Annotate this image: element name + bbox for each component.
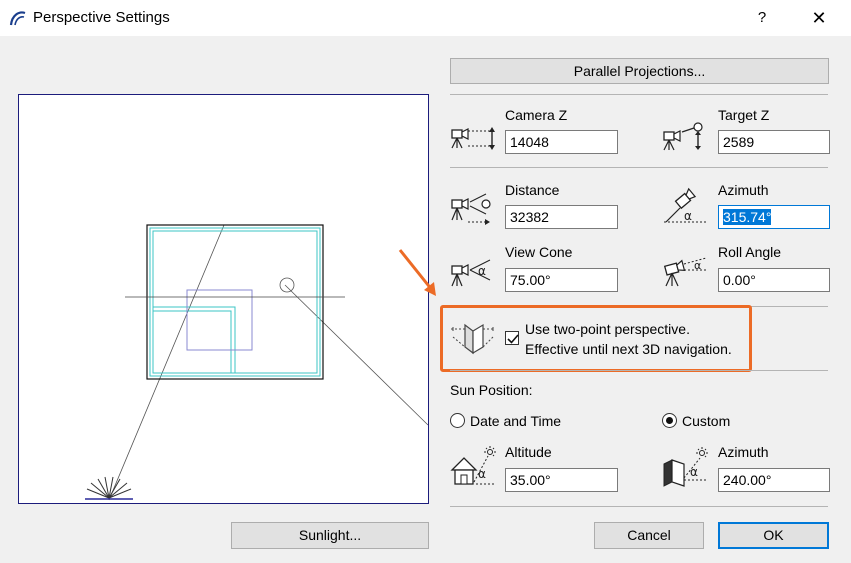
azimuth-value-selected: 315.74°	[723, 209, 772, 225]
help-button[interactable]: ?	[748, 6, 776, 30]
view-cone-icon: α	[451, 259, 491, 287]
perspective-preview[interactable]	[18, 94, 429, 504]
roll-angle-icon: α	[663, 257, 707, 287]
checkmark-icon	[507, 334, 519, 344]
ok-button[interactable]: OK	[718, 522, 829, 549]
sun-azimuth-icon: α	[663, 447, 708, 487]
divider	[450, 370, 828, 371]
sunlight-button[interactable]: Sunlight...	[231, 522, 429, 549]
date-time-radio[interactable]	[450, 413, 465, 428]
camera-z-field[interactable]: 14048	[505, 130, 618, 154]
custom-label[interactable]: Custom	[682, 413, 730, 429]
sun-azimuth-label: Azimuth	[718, 444, 769, 460]
cancel-button[interactable]: Cancel	[594, 522, 704, 549]
divider	[450, 167, 828, 168]
sun-azimuth-field[interactable]: 240.00°	[718, 468, 830, 492]
roll-angle-field[interactable]: 0.00°	[718, 268, 830, 292]
close-button[interactable]: ✕	[805, 6, 833, 30]
camera-azimuth-icon: α	[664, 187, 706, 223]
parallel-projections-button[interactable]: Parallel Projections...	[450, 58, 829, 84]
target-height-icon	[663, 122, 703, 151]
svg-text:α: α	[694, 259, 701, 272]
camera-distance-icon	[451, 193, 491, 225]
custom-radio[interactable]	[662, 413, 677, 428]
target-z-field[interactable]: 2589	[718, 130, 830, 154]
svg-text:α: α	[478, 467, 486, 481]
azimuth-field[interactable]: 315.74°	[718, 205, 830, 229]
camera-height-icon	[451, 127, 495, 150]
date-time-label[interactable]: Date and Time	[470, 413, 561, 429]
view-cone-field[interactable]: 75.00°	[505, 268, 618, 292]
title-bar: Perspective Settings ? ✕	[0, 0, 851, 36]
two-point-note: Effective until next 3D navigation.	[525, 341, 732, 357]
azimuth-label: Azimuth	[718, 182, 769, 198]
sun-marker	[86, 476, 132, 499]
svg-text:α: α	[690, 465, 698, 479]
svg-text:α: α	[478, 264, 486, 278]
divider	[450, 506, 828, 507]
radio-selected-dot	[666, 417, 673, 424]
sun-altitude-field[interactable]: 35.00°	[505, 468, 618, 492]
distance-label: Distance	[505, 182, 560, 198]
plan-preview-drawing	[85, 224, 428, 501]
sun-altitude-icon: α	[450, 446, 496, 485]
two-point-perspective-icon	[451, 323, 495, 355]
sun-altitude-label: Altitude	[505, 444, 552, 460]
window-title: Perspective Settings	[33, 9, 170, 26]
roll-angle-label: Roll Angle	[718, 244, 782, 260]
annotation-arrow-icon	[398, 249, 436, 296]
sun-position-heading: Sun Position:	[450, 382, 533, 398]
distance-field[interactable]: 32382	[505, 205, 618, 229]
two-point-checkbox[interactable]	[505, 331, 519, 345]
divider	[450, 94, 828, 95]
camera-z-label: Camera Z	[505, 107, 568, 123]
svg-text:α: α	[684, 209, 692, 223]
view-cone-label: View Cone	[505, 244, 573, 260]
target-z-label: Target Z	[718, 107, 770, 123]
two-point-label: Use two-point perspective.	[525, 321, 690, 337]
archicad-logo-icon	[9, 11, 26, 26]
